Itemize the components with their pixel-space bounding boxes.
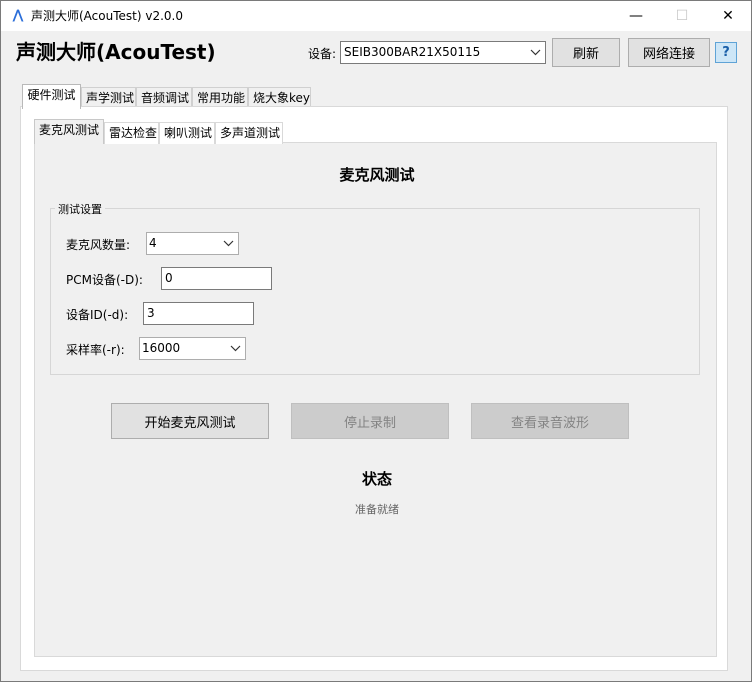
maximize-button[interactable]: ☐ <box>659 1 705 31</box>
settings-group-title: 测试设置 <box>55 201 105 217</box>
app-logo-icon: ⋀ <box>12 8 24 23</box>
minimize-icon: — <box>629 8 643 24</box>
tab-hardware-test[interactable]: 硬件测试 <box>22 84 81 109</box>
close-button[interactable]: ✕ <box>705 1 751 31</box>
status-text: 准备就绪 <box>355 503 399 516</box>
minimize-button[interactable]: — <box>613 1 659 31</box>
mic-count-value: 4 <box>149 236 157 250</box>
sample-rate-label: 采样率(-r): <box>66 343 125 357</box>
title-bar[interactable]: ⋀ 声测大师(AcouTest) v2.0.0 — ☐ ✕ <box>1 1 751 31</box>
device-id-label: 设备ID(-d): <box>66 308 129 322</box>
maximize-icon: ☐ <box>675 8 689 24</box>
view-waveform-button[interactable]: 查看录音波形 <box>471 403 629 439</box>
device-select-value: SEIB300BAR21X50115 <box>344 45 481 59</box>
pcm-device-label: PCM设备(-D): <box>66 273 143 287</box>
start-mic-test-button[interactable]: 开始麦克风测试 <box>111 403 269 439</box>
close-icon: ✕ <box>722 8 734 24</box>
window-title: 声测大师(AcouTest) v2.0.0 <box>31 9 183 23</box>
device-label: 设备: <box>308 47 337 61</box>
mic-test-title: 麦克风测试 <box>339 166 415 184</box>
pcm-device-input[interactable]: 0 <box>161 267 272 290</box>
app-window: ⋀ 声测大师(AcouTest) v2.0.0 — ☐ ✕ 声测大师(AcouT… <box>0 0 752 682</box>
mic-count-label: 麦克风数量: <box>66 238 131 252</box>
status-title: 状态 <box>361 470 392 488</box>
device-id-input[interactable]: 3 <box>143 302 254 325</box>
sample-rate-select[interactable]: 16000 <box>139 337 246 360</box>
tab-mic-test[interactable]: 麦克风测试 <box>34 119 104 144</box>
app-title: 声测大师(AcouTest) <box>16 40 216 64</box>
mic-count-select[interactable]: 4 <box>146 232 239 255</box>
help-button[interactable]: ? <box>715 42 737 63</box>
refresh-button[interactable]: 刷新 <box>552 38 620 67</box>
sample-rate-value: 16000 <box>142 341 181 355</box>
chevron-down-icon <box>223 233 234 254</box>
tab-multichannel-test[interactable]: 多声道测试 <box>215 122 283 144</box>
network-connect-button[interactable]: 网络连接 <box>628 38 710 67</box>
device-select[interactable]: SEIB300BAR21X50115 <box>340 41 546 64</box>
chevron-down-icon <box>530 42 541 63</box>
chevron-down-icon <box>230 338 241 359</box>
tab-radar-check[interactable]: 雷达检查 <box>104 122 159 144</box>
stop-recording-button[interactable]: 停止录制 <box>291 403 449 439</box>
tab-speaker-test[interactable]: 喇叭测试 <box>159 122 215 144</box>
